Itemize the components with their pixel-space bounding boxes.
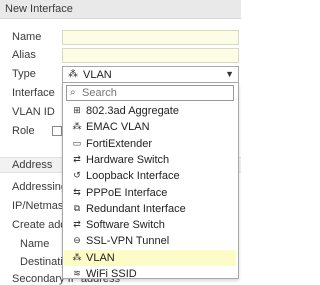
type-select[interactable]: ⁂ VLAN ▼ bbox=[62, 66, 239, 83]
type-label: Type bbox=[12, 68, 36, 80]
tunnel-icon: ⊖ bbox=[73, 235, 81, 246]
dropdown-option-label: PPPoE Interface bbox=[86, 186, 168, 199]
dropdown-option[interactable]: ⊞ 802.3ad Aggregate bbox=[64, 103, 236, 119]
vlan-icon: ⁂ bbox=[68, 69, 78, 80]
loopback-icon: ↺ bbox=[73, 170, 81, 181]
dropdown-option-label: 802.3ad Aggregate bbox=[86, 105, 179, 117]
search-input[interactable] bbox=[82, 87, 230, 99]
ip-netmask-label: IP/Netmask bbox=[12, 200, 69, 212]
addressing-label: Addressing bbox=[12, 181, 68, 193]
dropdown-option-label: FortiExtender bbox=[86, 137, 153, 150]
address-section-title: Address bbox=[12, 159, 53, 171]
search-icon: ⌕ bbox=[70, 87, 76, 98]
dropdown-option[interactable]: ⁂ VLAN bbox=[64, 249, 236, 266]
interface-label: Interface bbox=[12, 87, 55, 99]
dropdown-option[interactable]: ⇆ PPPoE Interface bbox=[64, 185, 236, 201]
dropdown-option-label: EMAC VLAN bbox=[86, 121, 150, 134]
redundant-icon: ⧉ bbox=[73, 202, 81, 213]
type-select-value: VLAN bbox=[83, 69, 112, 81]
chevron-down-icon: ▼ bbox=[225, 69, 234, 79]
dropdown-option-label: SSL-VPN Tunnel bbox=[86, 235, 170, 248]
role-info-icon[interactable] bbox=[52, 126, 62, 136]
dropdown-option-label: Loopback Interface bbox=[86, 170, 180, 183]
dropdown-option[interactable]: ⇄ Hardware Switch bbox=[64, 152, 236, 168]
dropdown-option-label: VLAN bbox=[86, 251, 115, 264]
dropdown-option-label: Redundant Interface bbox=[86, 202, 186, 215]
dropdown-option-label: WiFi SSID bbox=[86, 268, 137, 280]
vlan-icon: ⁂ bbox=[72, 251, 82, 262]
vlan-icon: ⁂ bbox=[72, 121, 82, 132]
type-dropdown: ⌕ ⊞ 802.3ad Aggregate ⁂ EMAC VLAN ▭ FortiExte… bbox=[62, 83, 239, 282]
dropdown-search: ⌕ bbox=[66, 85, 234, 101]
dialog-titlebar: New Interface bbox=[0, 0, 241, 19]
address-name-label: Name bbox=[20, 238, 50, 250]
extender-icon: ▭ bbox=[72, 137, 82, 148]
dropdown-option[interactable]: ↺ Loopback Interface bbox=[64, 168, 236, 184]
dropdown-option[interactable]: ▭ FortiExtender bbox=[64, 136, 236, 152]
alias-label: Alias bbox=[12, 49, 36, 61]
alias-field[interactable] bbox=[62, 48, 239, 63]
role-label: Role bbox=[12, 125, 35, 137]
pppoe-icon: ⇆ bbox=[73, 186, 81, 197]
dropdown-option[interactable]: ≋ WiFi SSID bbox=[64, 266, 236, 282]
wifi-icon: ≋ bbox=[73, 268, 81, 278]
dropdown-option[interactable]: ⁂ EMAC VLAN bbox=[64, 119, 236, 135]
dropdown-option[interactable]: ⊖ SSL-VPN Tunnel bbox=[64, 233, 236, 249]
vlan-id-label: VLAN ID bbox=[12, 106, 55, 118]
name-label: Name bbox=[12, 31, 42, 43]
dropdown-option-label: Hardware Switch bbox=[86, 153, 170, 166]
dropdown-option[interactable]: ⇄ Software Switch bbox=[64, 217, 236, 233]
switch-icon: ⇄ bbox=[73, 153, 81, 164]
dropdown-option-label: Software Switch bbox=[86, 219, 165, 232]
switch-icon: ⇄ bbox=[73, 219, 81, 230]
dropdown-option[interactable]: ⧉ Redundant Interface bbox=[64, 201, 236, 217]
aggregate-icon: ⊞ bbox=[73, 105, 81, 115]
name-field[interactable] bbox=[62, 30, 239, 45]
dialog-title: New Interface bbox=[5, 3, 73, 15]
